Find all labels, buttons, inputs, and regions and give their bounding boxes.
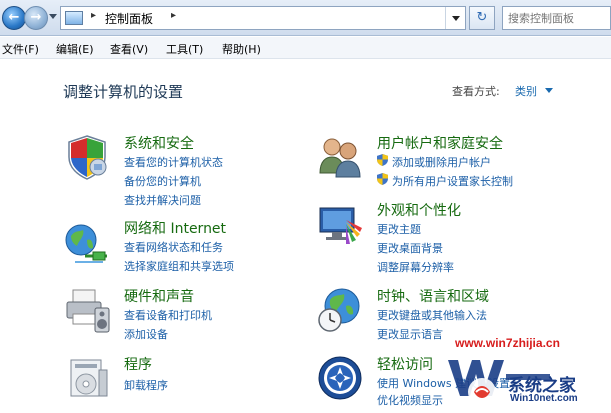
category-system-security: 系统和安全 查看您的计算机状态 备份您的计算机 查找并解决问题 xyxy=(63,133,293,213)
category-title-network-internet[interactable]: 网络和 Internet xyxy=(124,218,226,238)
chevron-down-icon[interactable] xyxy=(545,88,553,93)
link-adjust-resolution[interactable]: 调整屏幕分辨率 xyxy=(377,259,454,275)
menu-help[interactable]: 帮助(H) xyxy=(222,41,261,57)
uac-shield-icon xyxy=(377,154,388,166)
menu-bar: 文件(F) 编辑(E) 查看(V) 工具(T) 帮助(H) xyxy=(0,37,611,59)
link-parental-controls[interactable]: 为所有用户设置家长控制 xyxy=(392,173,513,189)
category-programs: 程序 卸载程序 xyxy=(63,354,293,406)
link-add-device[interactable]: 添加设备 xyxy=(124,326,168,342)
link-add-remove-accounts[interactable]: 添加或删除用户帐户 xyxy=(392,154,491,170)
view-by-label: 查看方式: xyxy=(452,85,500,98)
link-troubleshoot[interactable]: 查找并解决问题 xyxy=(124,192,201,208)
category-title-clock-language[interactable]: 时钟、语言和区域 xyxy=(377,286,489,306)
refresh-button[interactable]: ↻ xyxy=(469,6,495,30)
category-title-system-security[interactable]: 系统和安全 xyxy=(124,133,194,153)
navigation-bar: ← → ▸ 控制面板 ▸ ↻ xyxy=(0,0,611,36)
printer-icon[interactable] xyxy=(63,286,111,334)
back-button[interactable]: ← xyxy=(2,6,26,30)
breadcrumb-separator-2[interactable]: ▸ xyxy=(171,10,176,21)
menu-tools[interactable]: 工具(T) xyxy=(166,41,203,57)
search-box[interactable] xyxy=(502,6,611,30)
menu-edit[interactable]: 编辑(E) xyxy=(56,41,94,57)
control-panel-icon xyxy=(65,11,83,25)
forward-arrow-icon: → xyxy=(30,10,42,25)
link-change-theme[interactable]: 更改主题 xyxy=(377,221,421,237)
uac-shield-icon xyxy=(377,173,388,185)
category-title-user-accounts[interactable]: 用户帐户和家庭安全 xyxy=(377,133,503,153)
category-title-hardware-sound[interactable]: 硬件和声音 xyxy=(124,286,194,306)
link-uninstall-program[interactable]: 卸载程序 xyxy=(124,377,168,393)
category-appearance: 外观和个性化 更改主题 更改桌面背景 调整屏幕分辨率 xyxy=(316,200,566,276)
link-view-computer-status[interactable]: 查看您的计算机状态 xyxy=(124,154,223,170)
view-by-dropdown[interactable]: 类别 xyxy=(515,83,537,99)
forward-button[interactable]: → xyxy=(24,6,48,30)
link-view-network-status[interactable]: 查看网络状态和任务 xyxy=(124,239,223,255)
shield-icon[interactable] xyxy=(63,133,111,181)
page-title: 调整计算机的设置 xyxy=(63,83,184,101)
breadcrumb-separator[interactable]: ▸ xyxy=(91,10,96,21)
search-input[interactable] xyxy=(503,7,610,30)
menu-file[interactable]: 文件(F) xyxy=(2,41,39,57)
recent-pages-dropdown[interactable] xyxy=(49,14,57,19)
link-optimize-display[interactable]: 优化视频显示 xyxy=(377,392,443,408)
category-title-appearance[interactable]: 外观和个性化 xyxy=(377,200,461,220)
address-bar[interactable]: ▸ 控制面板 ▸ xyxy=(60,6,466,30)
back-arrow-icon: ← xyxy=(8,10,20,25)
address-dropdown-button[interactable] xyxy=(445,7,465,29)
category-user-accounts: 用户帐户和家庭安全 添加或删除用户帐户 为所有用户设置家长控制 xyxy=(316,133,566,193)
ease-of-access-icon[interactable] xyxy=(316,354,364,402)
breadcrumb-control-panel[interactable]: 控制面板 xyxy=(105,10,153,27)
clock-globe-icon[interactable] xyxy=(316,286,364,334)
category-title-ease-of-access[interactable]: 轻松访问 xyxy=(377,354,433,374)
menu-view[interactable]: 查看(V) xyxy=(110,41,148,57)
category-hardware-sound: 硬件和声音 查看设备和打印机 添加设备 xyxy=(63,286,293,346)
category-title-programs[interactable]: 程序 xyxy=(124,354,152,374)
monitor-palette-icon[interactable] xyxy=(316,200,364,248)
watermark-site-text: www.win7zhijia.cn xyxy=(455,336,560,350)
link-change-display-language[interactable]: 更改显示语言 xyxy=(377,326,443,342)
refresh-icon: ↻ xyxy=(476,10,488,25)
link-homegroup-sharing[interactable]: 选择家庭组和共享选项 xyxy=(124,258,234,274)
category-network-internet: 网络和 Internet 查看网络状态和任务 选择家庭组和共享选项 xyxy=(63,218,293,278)
link-change-desktop-background[interactable]: 更改桌面背景 xyxy=(377,240,443,256)
link-change-keyboard[interactable]: 更改键盘或其他输入法 xyxy=(377,307,487,323)
network-globe-icon[interactable] xyxy=(63,218,111,266)
programs-icon[interactable] xyxy=(63,354,111,402)
watermark-sub-text: Win10net.com xyxy=(510,393,578,404)
link-view-devices-printers[interactable]: 查看设备和打印机 xyxy=(124,307,212,323)
users-icon[interactable] xyxy=(316,133,364,181)
link-backup-computer[interactable]: 备份您的计算机 xyxy=(124,173,201,189)
